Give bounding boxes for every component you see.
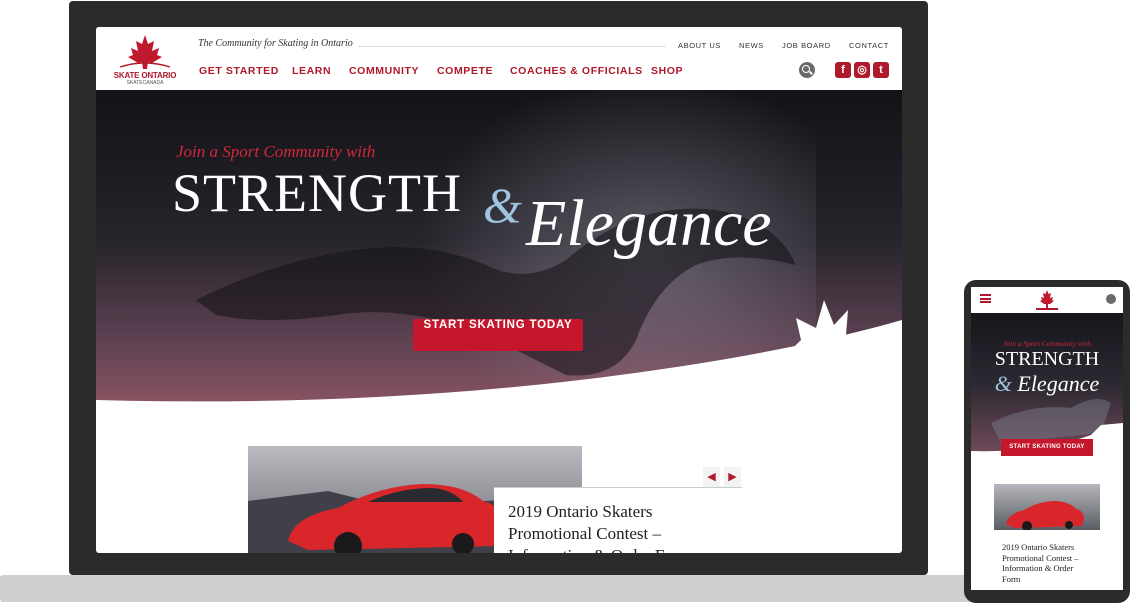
util-nav-about[interactable]: ABOUT US bbox=[678, 41, 721, 50]
mobile-feature-title[interactable]: 2019 Ontario Skaters Promotional Contest… bbox=[1002, 542, 1092, 584]
mobile-car-illustration bbox=[1006, 501, 1084, 530]
mobile-headline-strength: STRENGTH bbox=[994, 348, 1100, 370]
mobile-hero-kicker: Join a Sport Community with bbox=[1003, 339, 1091, 348]
hero-headline-strength: STRENGTH bbox=[172, 163, 462, 223]
tagline-divider bbox=[358, 46, 666, 47]
facebook-icon[interactable]: f bbox=[835, 62, 851, 78]
hero-headline-elegance: Elegance bbox=[526, 187, 772, 260]
start-skating-button[interactable]: START SKATING TODAY bbox=[413, 319, 583, 351]
nav-community[interactable]: COMMUNITY bbox=[349, 65, 419, 77]
site-header: SKATE ONTARIO SKATECANADA The Community … bbox=[96, 27, 902, 90]
mobile-start-skating-button[interactable]: START SKATING TODAY bbox=[1001, 439, 1093, 456]
hero-kicker: Join a Sport Community with bbox=[176, 142, 376, 161]
nav-coaches-officials[interactable]: COACHES & OFFICIALS bbox=[510, 65, 643, 77]
nav-compete[interactable]: COMPETE bbox=[437, 65, 493, 77]
instagram-icon[interactable]: ◎ bbox=[854, 62, 870, 78]
util-nav-news[interactable]: NEWS bbox=[739, 41, 764, 50]
carousel-prev-button[interactable]: ◀ bbox=[703, 467, 720, 487]
mobile-search-icon[interactable] bbox=[1106, 294, 1116, 304]
hero-skater-silhouette bbox=[96, 208, 902, 430]
desktop-screen: SKATE ONTARIO SKATECANADA The Community … bbox=[96, 27, 902, 553]
nav-get-started[interactable]: GET STARTED bbox=[199, 65, 279, 77]
carousel-next-button[interactable]: ▶ bbox=[724, 467, 741, 487]
mobile-feature-image[interactable] bbox=[994, 484, 1100, 530]
search-icon[interactable] bbox=[799, 62, 815, 78]
mobile-ampersand: & bbox=[994, 371, 1012, 396]
hamburger-menu-icon[interactable] bbox=[980, 294, 991, 303]
mobile-maple-leaf-icon[interactable] bbox=[1033, 289, 1061, 311]
mobile-elegance-word: Elegance bbox=[1017, 371, 1100, 396]
mobile-hero: Join a Sport Community with STRENGTH & E… bbox=[971, 313, 1123, 463]
maple-leaf-icon bbox=[119, 35, 171, 69]
laptop-base bbox=[0, 575, 1010, 602]
site-tagline: The Community for Skating in Ontario bbox=[198, 38, 353, 49]
site-logo[interactable]: SKATE ONTARIO SKATECANADA bbox=[112, 33, 178, 86]
nav-shop[interactable]: SHOP bbox=[651, 65, 683, 77]
logo-name: SKATE ONTARIO bbox=[113, 71, 177, 80]
hero-ampersand: & bbox=[483, 177, 522, 233]
logo-sub: SKATECANADA bbox=[126, 80, 164, 86]
twitter-icon[interactable]: t bbox=[873, 62, 889, 78]
util-nav-job-board[interactable]: JOB BOARD bbox=[782, 41, 831, 50]
feature-title[interactable]: 2019 Ontario Skaters Promotional Contest… bbox=[508, 501, 728, 553]
util-nav-contact[interactable]: CONTACT bbox=[849, 41, 889, 50]
nav-learn[interactable]: LEARN bbox=[292, 65, 331, 77]
hero-banner: Join a Sport Community with STRENGTH & E… bbox=[96, 90, 902, 430]
mobile-headline-elegance: & Elegance bbox=[971, 371, 1123, 397]
mobile-screen: Join a Sport Community with STRENGTH & E… bbox=[971, 287, 1123, 590]
